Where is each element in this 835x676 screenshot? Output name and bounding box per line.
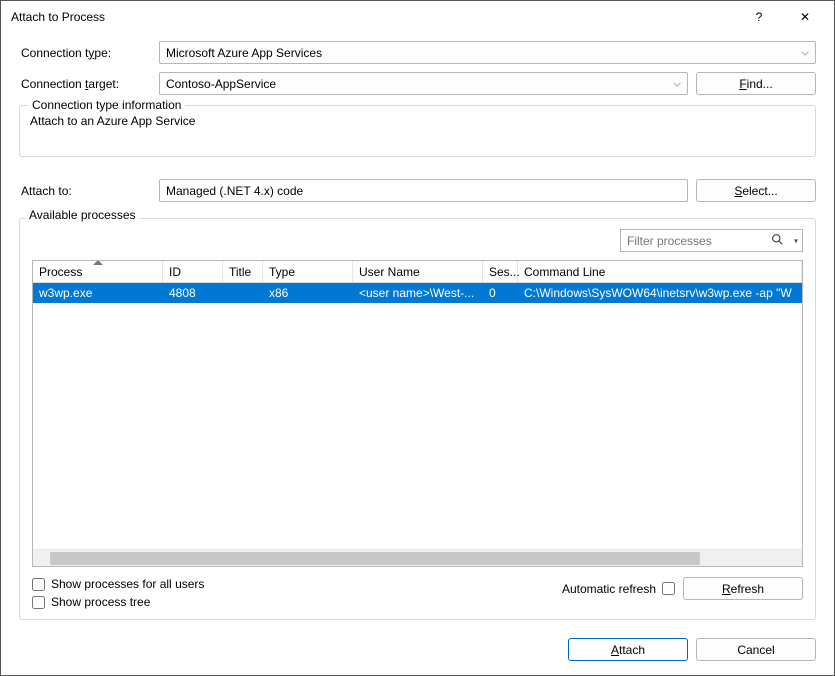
horizontal-scrollbar[interactable]: [33, 549, 802, 566]
table-header: Process ID Title Type User Name Ses... C…: [33, 261, 802, 283]
chevron-down-icon: ⌵: [673, 78, 681, 89]
connection-target-combo[interactable]: Contoso-AppService ⌵: [159, 72, 688, 95]
scrollbar-thumb[interactable]: [50, 552, 700, 565]
available-processes-label: Available processes: [25, 208, 140, 222]
available-processes-section: Available processes ▾ Process ID: [19, 216, 816, 620]
column-header-user[interactable]: User Name: [353, 261, 483, 282]
automatic-refresh-input[interactable]: [662, 582, 675, 595]
filter-processes-box[interactable]: ▾: [620, 229, 803, 252]
cancel-button[interactable]: Cancel: [696, 638, 816, 661]
titlebar: Attach to Process ? ✕: [1, 1, 834, 33]
refresh-button[interactable]: Refresh: [683, 577, 803, 600]
cell-type: x86: [263, 284, 353, 302]
column-header-title[interactable]: Title: [223, 261, 263, 282]
window-title: Attach to Process: [11, 10, 736, 24]
cell-id: 4808: [163, 284, 223, 302]
help-button[interactable]: ?: [736, 2, 782, 32]
attach-to-process-dialog: Attach to Process ? ✕ Connection type: M…: [0, 0, 835, 676]
connection-type-info-group: Connection type information Attach to an…: [19, 105, 816, 157]
table-row[interactable]: w3wp.exe 4808 x86 <user name>\West-... 0…: [33, 283, 802, 303]
close-icon: ✕: [800, 10, 810, 24]
cell-user: <user name>\West-...: [353, 284, 483, 302]
cell-title: [223, 291, 263, 295]
connection-type-combo[interactable]: Microsoft Azure App Services ⌵: [159, 41, 816, 64]
find-button[interactable]: Find...: [696, 72, 816, 95]
column-header-process[interactable]: Process: [33, 261, 163, 282]
show-all-users-input[interactable]: [32, 578, 45, 591]
close-button[interactable]: ✕: [782, 2, 828, 32]
connection-type-info-legend: Connection type information: [28, 98, 185, 112]
connection-target-row: Connection target: Contoso-AppService ⌵ …: [19, 72, 816, 95]
column-header-session[interactable]: Ses...: [483, 261, 518, 282]
help-icon: ?: [756, 10, 763, 24]
show-process-tree-checkbox[interactable]: Show process tree: [32, 595, 204, 609]
attach-button[interactable]: Attach: [568, 638, 688, 661]
attach-to-field[interactable]: Managed (.NET 4.x) code: [159, 179, 688, 202]
connection-target-label: Connection target:: [19, 77, 159, 91]
column-header-type[interactable]: Type: [263, 261, 353, 282]
dialog-content: Connection type: Microsoft Azure App Ser…: [1, 33, 834, 675]
attach-to-label: Attach to:: [19, 184, 159, 198]
show-all-users-checkbox[interactable]: Show processes for all users: [32, 577, 204, 591]
connection-type-value: Microsoft Azure App Services: [166, 46, 322, 60]
chevron-down-icon: ⌵: [801, 47, 809, 58]
dialog-footer: Attach Cancel: [19, 638, 816, 661]
connection-target-value: Contoso-AppService: [166, 77, 276, 91]
connection-type-label: Connection type:: [19, 46, 159, 60]
search-icon: [771, 233, 784, 249]
select-button[interactable]: Select...: [696, 179, 816, 202]
connection-type-info-text: Attach to an Azure App Service: [30, 114, 805, 128]
table-body: w3wp.exe 4808 x86 <user name>\West-... 0…: [33, 283, 802, 549]
cell-session: 0: [483, 284, 518, 302]
column-header-cmd[interactable]: Command Line: [518, 261, 802, 282]
cell-cmd: C:\Windows\SysWOW64\inetsrv\w3wp.exe -ap…: [518, 284, 802, 302]
chevron-down-icon[interactable]: ▾: [794, 236, 798, 245]
column-header-id[interactable]: ID: [163, 261, 223, 282]
automatic-refresh-checkbox[interactable]: Automatic refresh: [562, 582, 675, 596]
connection-type-row: Connection type: Microsoft Azure App Ser…: [19, 41, 816, 64]
cell-process: w3wp.exe: [33, 284, 163, 302]
processes-table: Process ID Title Type User Name Ses... C…: [32, 260, 803, 567]
show-process-tree-input[interactable]: [32, 596, 45, 609]
attach-to-row: Attach to: Managed (.NET 4.x) code Selec…: [19, 179, 816, 202]
attach-to-value: Managed (.NET 4.x) code: [166, 184, 303, 198]
